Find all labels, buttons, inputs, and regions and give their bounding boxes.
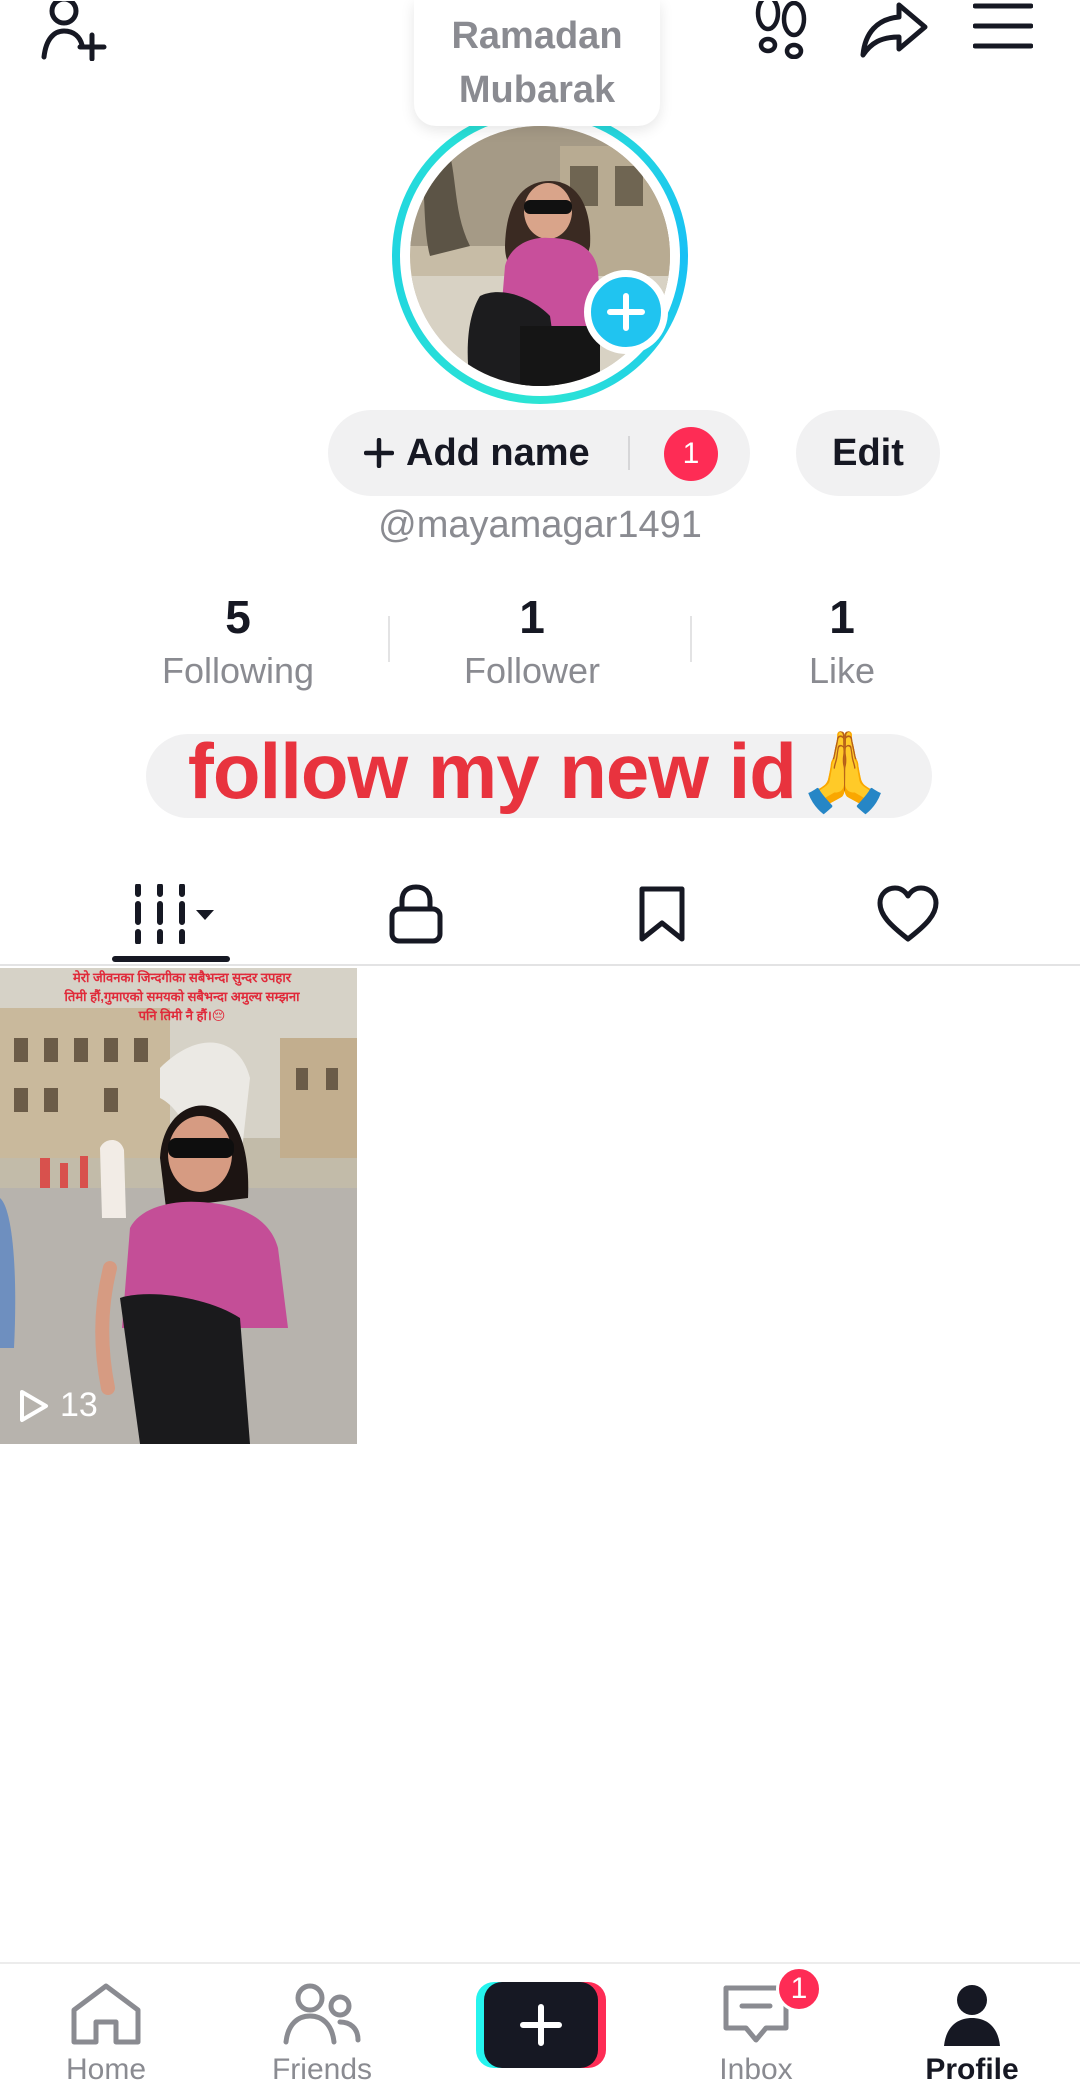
- plus-icon: [520, 2004, 562, 2046]
- menu-icon[interactable]: [970, 0, 1036, 52]
- praying-hands-emoji: 🙏: [795, 727, 893, 817]
- tab-videos[interactable]: [122, 874, 222, 954]
- active-tab-indicator: [112, 956, 230, 962]
- video-caption: मेरो जीवनका जिन्दगीका सबैभन्दा सुन्दर उप…: [64, 970, 300, 1023]
- inbox-badge: 1: [776, 1966, 822, 2012]
- nav-friends[interactable]: Friends: [222, 1982, 422, 2084]
- avatar[interactable]: [392, 108, 688, 404]
- divider: [388, 616, 390, 662]
- lock-icon: [389, 884, 443, 944]
- stat-label: Like: [808, 650, 876, 691]
- profile-note-bubble[interactable]: Ramadan Mubarak: [414, 0, 660, 126]
- plus-icon: [364, 438, 394, 468]
- add-name-button[interactable]: Add name 1: [328, 410, 750, 496]
- stat-label: Following: [161, 650, 315, 691]
- profile-stats: 5 Following 1 Follower 1 Like: [0, 588, 1080, 698]
- content-tabs: [0, 860, 1080, 966]
- home-icon: [71, 1983, 141, 2045]
- stat-value: 1: [519, 591, 545, 643]
- add-story-button[interactable]: [584, 270, 668, 354]
- stat-value: 1: [829, 591, 855, 643]
- overlay-text: follow my new id: [187, 727, 797, 815]
- stat-label: Follower: [463, 650, 601, 691]
- add-friend-icon[interactable]: [36, 0, 116, 62]
- profile-icon: [944, 1985, 1000, 2046]
- username: @mayamagar1491: [378, 504, 702, 546]
- notification-badge: 1: [664, 427, 718, 481]
- grid-icon: [135, 884, 214, 944]
- stat-value: 5: [225, 591, 251, 643]
- stat-followers[interactable]: 1 Follower: [412, 588, 652, 696]
- tab-liked[interactable]: [858, 874, 958, 954]
- name-row: Add name 1 Edit: [0, 410, 1080, 496]
- nav-inbox-label: Inbox: [719, 2053, 793, 2084]
- divider: [628, 436, 630, 470]
- friends-icon: [283, 1983, 361, 2045]
- bottom-nav: Home Friends Inbox Profile: [0, 1962, 1080, 2084]
- heart-icon: [877, 885, 939, 942]
- plus-icon: [607, 293, 645, 331]
- nav-inbox[interactable]: Inbox: [656, 1982, 856, 2084]
- view-count-value: 13: [60, 1386, 98, 1424]
- edit-profile-button[interactable]: Edit: [796, 410, 940, 496]
- stat-following[interactable]: 5 Following: [118, 588, 358, 696]
- nav-home-label: Home: [65, 2053, 147, 2084]
- bio-overlay-text: follow my new id🙏: [0, 726, 1080, 818]
- nav-profile[interactable]: Profile: [872, 1982, 1072, 2084]
- share-icon[interactable]: [858, 0, 930, 60]
- create-button[interactable]: [476, 1982, 606, 2068]
- divider: [690, 616, 692, 662]
- video-thumbnail-image: [0, 968, 357, 1444]
- view-count: 13: [16, 1386, 98, 1425]
- nav-home[interactable]: Home: [6, 1982, 206, 2084]
- play-icon: [20, 1389, 48, 1422]
- stat-likes[interactable]: 1 Like: [722, 588, 962, 696]
- nav-friends-label: Friends: [271, 2053, 373, 2084]
- footprints-icon[interactable]: [748, 0, 814, 60]
- tab-saved[interactable]: [612, 874, 712, 954]
- nav-profile-label: Profile: [925, 2053, 1019, 2084]
- add-name-label: Add name: [406, 431, 590, 474]
- tab-private[interactable]: [366, 874, 466, 954]
- bookmark-icon: [639, 886, 685, 942]
- video-thumbnail[interactable]: मेरो जीवनका जिन्दगीका सबैभन्दा सुन्दर उप…: [0, 968, 357, 1444]
